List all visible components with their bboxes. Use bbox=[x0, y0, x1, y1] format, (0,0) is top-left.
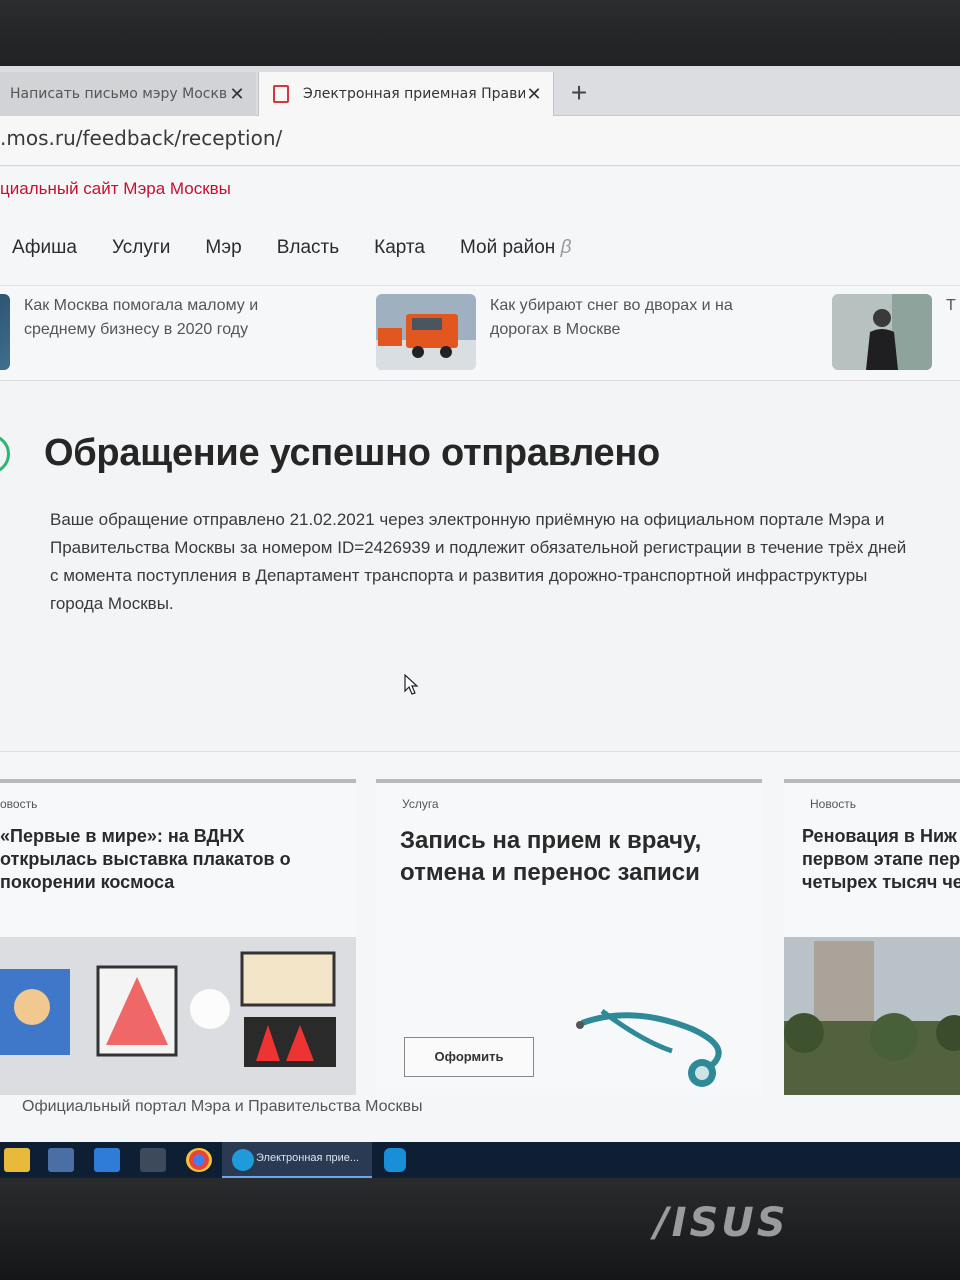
nav-map[interactable]: Карта bbox=[374, 237, 425, 259]
news-card[interactable]: овость «Первые в мире»: на ВДНХ открылас… bbox=[0, 779, 356, 1095]
success-heading: Обращение успешно отправлено bbox=[44, 432, 660, 474]
monitor-bezel-bottom bbox=[0, 1178, 960, 1280]
edge-icon bbox=[232, 1149, 254, 1171]
teaser-text: Как убирают снег во дворах и на дорогах … bbox=[490, 297, 733, 338]
nav-mayor[interactable]: Мэр bbox=[205, 237, 241, 259]
store-icon[interactable] bbox=[48, 1148, 74, 1172]
url-text[interactable]: .mos.ru/feedback/reception/ bbox=[0, 126, 282, 150]
teaser-item[interactable]: Т ра bbox=[832, 294, 960, 370]
card-kind: Новость bbox=[810, 797, 857, 811]
nav-afisha[interactable]: Афиша bbox=[12, 237, 77, 259]
tab-label: Электронная приемная Правит bbox=[303, 86, 525, 102]
brand-logo: /ISUS bbox=[654, 1200, 789, 1246]
tab-electronic-reception[interactable]: Электронная приемная Правит ✕ bbox=[258, 72, 554, 116]
nav-my-district-label: Мой район bbox=[459, 237, 556, 258]
new-tab-button[interactable]: + bbox=[562, 76, 596, 110]
teaser-strip: Как Москва помогала малому и среднему би… bbox=[0, 285, 960, 381]
teaser-text: Т ра bbox=[946, 297, 960, 314]
service-card[interactable]: Услуга Запись на прием к врачу, отмена и… bbox=[376, 779, 762, 1095]
stethoscope-icon bbox=[576, 1008, 722, 1087]
mail-icon[interactable] bbox=[94, 1148, 120, 1172]
apply-button[interactable]: Оформить bbox=[404, 1037, 534, 1077]
mouse-cursor-icon bbox=[404, 674, 419, 695]
address-bar[interactable]: .mos.ru/feedback/reception/ bbox=[0, 116, 960, 166]
skype-icon[interactable] bbox=[384, 1148, 406, 1172]
news-card[interactable]: Новость Реновация в Ниж первом этапе пер… bbox=[784, 779, 960, 1095]
main-nav: Афиша Услуги Мэр Власть Карта Мой район … bbox=[12, 237, 571, 259]
renovation-image bbox=[784, 937, 960, 1095]
cards-row: овость «Первые в мире»: на ВДНХ открылас… bbox=[0, 779, 960, 1097]
nav-services[interactable]: Услуги bbox=[112, 237, 170, 259]
edge-window-title: Электронная прие... bbox=[256, 1152, 360, 1164]
posters-image bbox=[0, 937, 356, 1095]
tab-label: Написать письмо мэру Москвы bbox=[10, 86, 228, 102]
tab-write-to-mayor[interactable]: Написать письмо мэру Москвы ✕ bbox=[0, 72, 256, 116]
nav-government[interactable]: Власть bbox=[277, 237, 339, 259]
beta-badge: β bbox=[560, 237, 572, 258]
screen: Написать письмо мэру Москвы ✕ Электронна… bbox=[0, 66, 960, 1146]
card-kind: Услуга bbox=[402, 797, 439, 811]
snowplow-image bbox=[376, 294, 476, 370]
web-page: циальный сайт Мэра Москвы Афиша Услуги М… bbox=[0, 167, 960, 1146]
card-title[interactable]: Реновация в Ниж первом этапе пер четырех… bbox=[802, 825, 960, 894]
browser-tab-bar: Написать письмо мэру Москвы ✕ Электронна… bbox=[0, 66, 960, 116]
chrome-icon[interactable] bbox=[186, 1148, 212, 1172]
file-explorer-icon[interactable] bbox=[4, 1148, 30, 1172]
teaser-image bbox=[832, 294, 932, 370]
card-title[interactable]: Запись на прием к врачу, отмена и перено… bbox=[400, 825, 740, 889]
windows-taskbar: Электронная прие... bbox=[0, 1142, 960, 1178]
success-message: Ваше обращение отправлено 21.02.2021 чер… bbox=[50, 510, 907, 613]
footer-portal-link[interactable]: Официальный портал Мэра и Правительства … bbox=[22, 1098, 423, 1116]
teaser-image bbox=[0, 294, 10, 370]
site-title[interactable]: циальный сайт Мэра Москвы bbox=[0, 179, 231, 199]
close-tab-icon[interactable]: ✕ bbox=[525, 84, 543, 105]
nav-my-district[interactable]: Мой район β bbox=[460, 237, 571, 259]
success-check-icon bbox=[0, 434, 10, 474]
calendar-icon[interactable] bbox=[140, 1148, 166, 1172]
success-panel: Обращение успешно отправлено Ваше обраще… bbox=[0, 382, 960, 752]
teaser-item[interactable]: Как Москва помогала малому и среднему би… bbox=[0, 294, 284, 370]
monitor-bezel-top bbox=[0, 0, 960, 70]
teaser-text: Как Москва помогала малому и среднему би… bbox=[24, 297, 259, 338]
site-favicon-icon bbox=[273, 85, 289, 103]
close-tab-icon[interactable]: ✕ bbox=[228, 84, 246, 105]
card-title[interactable]: «Первые в мире»: на ВДНХ открылась выста… bbox=[0, 825, 330, 894]
teaser-item[interactable]: Как убирают снег во дворах и на дорогах … bbox=[376, 294, 750, 370]
card-kind: овость bbox=[0, 797, 38, 811]
